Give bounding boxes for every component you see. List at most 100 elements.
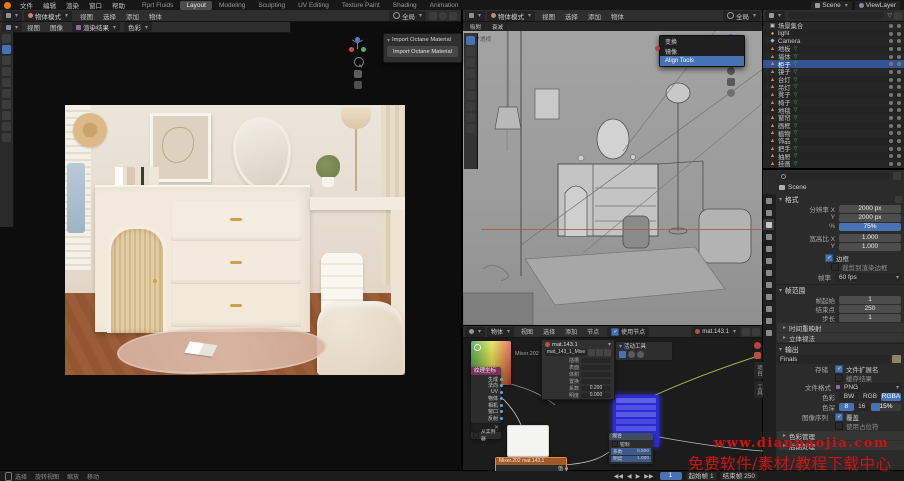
play-icon[interactable]: ▶ — [636, 473, 641, 480]
aspect-x-field[interactable]: 1.000 — [839, 234, 901, 242]
properties-tab-modifiers-icon[interactable] — [763, 279, 774, 290]
fps-dropdown[interactable]: 60 fps▾ — [835, 273, 901, 282]
fake-user-icon[interactable] — [588, 349, 595, 356]
image-menu-图像[interactable]: 图像 — [45, 22, 68, 32]
shader-menu-选择[interactable]: 选择 — [538, 327, 560, 336]
import-octane-button[interactable]: Import Octane Material — [387, 46, 458, 57]
aspect-y-field[interactable]: 1.000 — [839, 243, 901, 251]
hide-viewport-icon[interactable] — [889, 62, 893, 66]
color-mode-RGB[interactable]: RGB — [860, 393, 880, 401]
tool-select-box-icon[interactable] — [466, 47, 475, 56]
workspace-tab[interactable]: Sculpting — [252, 1, 291, 10]
tool-option-3-icon[interactable] — [637, 351, 644, 358]
proportional-edit-icon[interactable] — [439, 12, 447, 20]
jump-start-icon[interactable]: ◀◀ — [614, 473, 623, 480]
properties-tab-world-icon[interactable] — [763, 255, 774, 266]
viewport-menu-选择[interactable]: 选择 — [560, 11, 583, 21]
disable-render-icon[interactable] — [897, 32, 901, 36]
output-path-field[interactable]: Finals — [777, 355, 890, 364]
left-nav-gizmo[interactable] — [350, 38, 366, 92]
viewport-canvas[interactable]: 用户透视 — [463, 31, 763, 325]
placeholders-row[interactable]: 使用占位符 — [777, 421, 904, 430]
center-orientation-dropdown[interactable]: 全局▾ — [723, 11, 760, 21]
shader-menu-添加[interactable]: 添加 — [560, 327, 582, 336]
frame-range-panel-header[interactable]: ▾帧范围 — [777, 284, 904, 295]
center-mode-dropdown[interactable]: 物体模式▾ — [487, 11, 535, 21]
fac-field[interactable]: 系数0.500 — [611, 448, 651, 455]
hide-viewport-icon[interactable] — [889, 131, 893, 135]
frame-value-field[interactable]: 1 — [839, 314, 901, 322]
disable-render-icon[interactable] — [897, 124, 901, 128]
context-menu-item[interactable]: 变换 — [660, 36, 744, 46]
disable-render-icon[interactable] — [897, 62, 901, 66]
tool-measure-icon[interactable] — [2, 122, 11, 131]
resolution-y-field[interactable]: 2000 px — [839, 214, 901, 222]
color-mode-RGBA[interactable]: RGBA — [881, 393, 901, 401]
cache-row[interactable]: 缓存结果 — [777, 373, 904, 382]
center-shading-icon[interactable] — [727, 89, 735, 97]
workspace-tab[interactable]: Animation — [424, 1, 465, 10]
crop-checkbox-row[interactable]: 裁剪到渲染边框 — [777, 262, 904, 271]
image-menu-视图[interactable]: 视图 — [22, 22, 45, 32]
hide-viewport-icon[interactable] — [889, 154, 893, 158]
color-depth-8[interactable]: 8 — [839, 403, 854, 411]
shader-type-dropdown[interactable]: 物体▾ — [487, 327, 514, 337]
compression-slider[interactable]: 15% — [871, 403, 901, 411]
viewlayer-selector[interactable]: ViewLayer — [855, 1, 900, 10]
socket[interactable] — [500, 417, 503, 420]
workspace-tab[interactable]: Layout — [180, 1, 212, 10]
properties-tab-render-icon[interactable] — [763, 207, 774, 218]
next-frame-icon[interactable]: ▶▶ — [644, 473, 653, 480]
unlink-material-icon[interactable] — [752, 328, 760, 336]
mode-dropdown[interactable]: 物体模式▾ — [24, 11, 72, 21]
camera-view-icon[interactable] — [354, 81, 362, 89]
properties-tab-tool-icon[interactable] — [763, 195, 774, 206]
outliner-editor-type-button[interactable]: ▾ — [765, 11, 785, 21]
viewport-menu-物体[interactable]: 物体 — [144, 11, 167, 21]
tool-scale-icon[interactable] — [466, 91, 475, 100]
shader-editor-type-button[interactable]: ▾ — [465, 327, 485, 337]
socket[interactable] — [500, 397, 503, 400]
format-preset-icon[interactable] — [895, 196, 902, 203]
new-material-icon[interactable] — [742, 328, 750, 336]
tool-measure-icon[interactable] — [466, 124, 475, 133]
properties-tab-material-icon[interactable] — [763, 327, 774, 338]
clamp-row[interactable]: 钳制 — [609, 441, 653, 447]
center-editor-type-button[interactable]: ▾ — [465, 11, 485, 21]
output-panel-header[interactable]: ▾输出 — [777, 343, 904, 354]
disable-render-icon[interactable] — [897, 116, 901, 120]
tool-select-box-icon[interactable] — [2, 45, 11, 54]
selected-node[interactable]: Mixer.202 mat.143.1 值 — [495, 457, 567, 471]
shader-sidebar-tab-工具[interactable]: 工具 — [754, 381, 763, 398]
disable-render-icon[interactable] — [897, 39, 901, 43]
snap-magnet-icon[interactable] — [429, 12, 437, 20]
scene-selector[interactable]: Scene▾ — [811, 1, 851, 10]
properties-tab-physics-icon[interactable] — [763, 303, 774, 314]
shader-menu-视图[interactable]: 视图 — [516, 327, 538, 336]
properties-tab-scene-icon[interactable] — [763, 243, 774, 254]
disable-render-icon[interactable] — [897, 24, 901, 28]
prev-frame-icon[interactable]: ◀ — [627, 473, 632, 480]
overlays-icon[interactable] — [449, 12, 457, 20]
texture-preview-node[interactable] — [507, 425, 549, 457]
viewport-menu-视图[interactable]: 视图 — [537, 11, 560, 21]
tool-option-1-icon[interactable] — [619, 351, 626, 358]
node-prop-row[interactable]: 插槽 — [542, 357, 614, 364]
viewport-menu-选择[interactable]: 选择 — [98, 11, 121, 21]
resolution-percent-slider[interactable]: 75% — [839, 223, 901, 231]
viewport-menu-添加[interactable]: 添加 — [121, 11, 144, 21]
folder-icon[interactable] — [892, 355, 901, 363]
socket[interactable] — [500, 404, 503, 407]
tool-rotate-icon[interactable] — [2, 78, 11, 87]
material-selector[interactable]: mat.143.1▾ — [691, 327, 740, 337]
outliner-search-input[interactable] — [788, 12, 884, 19]
hide-viewport-icon[interactable] — [889, 39, 893, 43]
format-panel-header[interactable]: ▾格式 — [777, 194, 904, 204]
tool-option-2-icon[interactable] — [628, 351, 635, 358]
tool-annotate-icon[interactable] — [466, 113, 475, 122]
hide-viewport-icon[interactable] — [889, 124, 893, 128]
editor-type-button[interactable]: ▾ — [2, 11, 22, 21]
disable-render-icon[interactable] — [897, 78, 901, 82]
viewport-menu-添加[interactable]: 添加 — [583, 11, 606, 21]
properties-options-icon[interactable] — [893, 172, 901, 180]
